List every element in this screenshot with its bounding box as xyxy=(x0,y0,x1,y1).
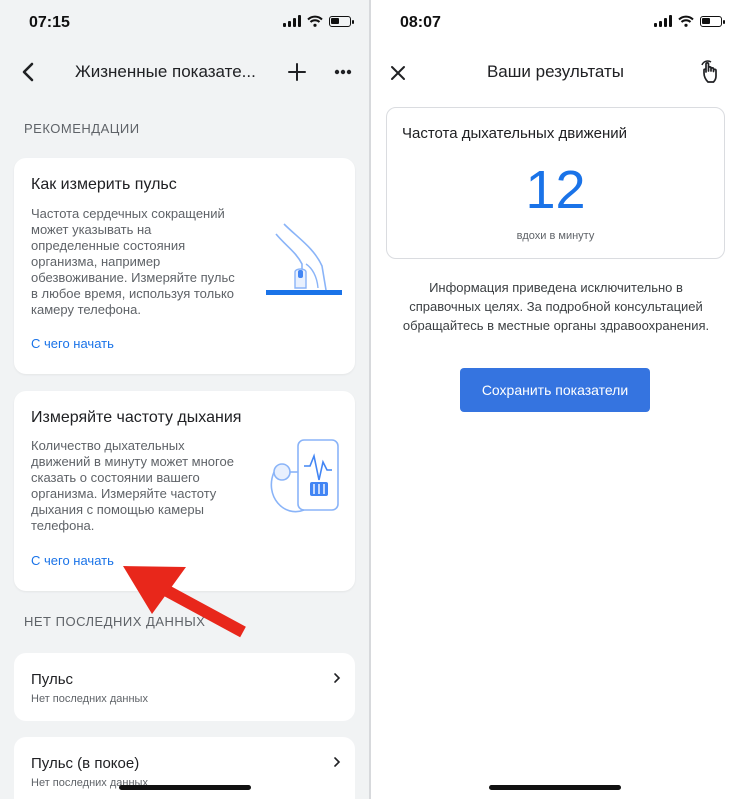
back-arrow-icon[interactable] xyxy=(14,60,42,84)
battery-icon xyxy=(329,15,354,27)
page-title: Ваши результаты xyxy=(486,62,625,81)
wifi-icon xyxy=(678,15,694,27)
finger-on-camera-illustration xyxy=(266,223,342,295)
stethoscope-phone-illustration xyxy=(270,439,339,513)
recommendation-card-breathing: Измеряйте частоту дыхания Количество дых… xyxy=(14,391,355,591)
battery-icon xyxy=(700,15,725,27)
status-icons xyxy=(283,15,354,27)
card-body: Количество дыхательных движений в минуту… xyxy=(31,438,234,533)
status-time: 08:07 xyxy=(400,14,441,31)
status-time: 07:15 xyxy=(29,14,70,31)
page-title: Жизненные показате... xyxy=(75,62,256,81)
result-title: Частота дыхательных движений xyxy=(402,125,628,142)
right-screen: 08:07 Ваши результаты Частота дыхательны… xyxy=(371,0,740,799)
home-indicator xyxy=(489,785,621,790)
result-card: Частота дыхательных движений 12 вдохи в … xyxy=(386,107,725,259)
section-label-recommendations: РЕКОМЕНДАЦИИ xyxy=(24,121,140,136)
get-started-link[interactable]: С чего начать xyxy=(31,553,114,568)
save-results-button[interactable]: Сохранить показатели xyxy=(460,368,650,412)
more-icon[interactable] xyxy=(332,63,354,81)
section-label-recent: НЕТ ПОСЛЕДНИХ ДАННЫХ xyxy=(24,614,206,629)
result-value: 12 xyxy=(525,160,586,220)
card-title: Как измерить пульс xyxy=(31,176,177,193)
status-icons xyxy=(654,15,725,27)
card-title: Измеряйте частоту дыхания xyxy=(31,409,242,426)
touch-gesture-icon[interactable] xyxy=(698,58,724,86)
plus-icon[interactable] xyxy=(286,61,308,83)
row-title: Пульс xyxy=(31,671,74,688)
metric-row-pulse[interactable]: Пульс Нет последних данных xyxy=(14,653,355,721)
wifi-icon xyxy=(307,15,323,27)
home-indicator xyxy=(119,785,251,790)
chevron-right-icon xyxy=(334,673,341,683)
signal-icon xyxy=(654,15,672,27)
result-unit: вдохи в минуту xyxy=(516,230,595,242)
recommendation-card-pulse: Как измерить пульс Частота сердечных сок… xyxy=(14,158,355,374)
chevron-right-icon xyxy=(334,757,341,767)
signal-icon xyxy=(283,15,301,27)
row-title: Пульс (в покое) xyxy=(31,755,140,772)
card-body: Частота сердечных сокращений может указы… xyxy=(31,206,235,317)
get-started-link[interactable]: С чего начать xyxy=(31,336,114,351)
disclaimer-text: Информация приведена исключительно в спр… xyxy=(402,280,710,333)
left-screen: 07:15 Жизненные показате... РЕКОМЕНДАЦИИ… xyxy=(0,0,369,799)
row-subtitle: Нет последних данных xyxy=(31,693,148,705)
